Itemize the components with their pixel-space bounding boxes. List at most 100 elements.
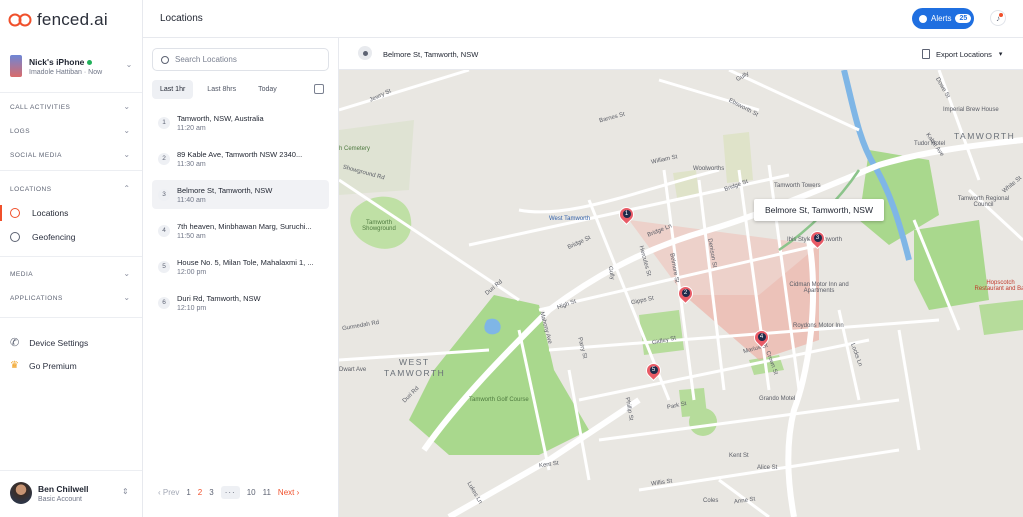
location-name: 7th heaven, Minbhawan Marg, Suruchi...	[177, 221, 312, 231]
map-marker[interactable]: 4	[750, 326, 773, 350]
nav-item-locations[interactable]: Locations	[0, 201, 142, 225]
location-list-item[interactable]: 3 Belmore St, Tamworth, NSW 11:40 am	[152, 180, 329, 209]
street-label: Alice St	[757, 465, 778, 471]
map-view[interactable]: Jewry St Barnes St Ebsworth St William S…	[339, 70, 1023, 517]
chevron-down-icon: ⌄	[123, 126, 131, 135]
export-icon	[922, 49, 930, 59]
place-label: Hopscotch Restaurant and Bar	[974, 280, 1023, 292]
page-10[interactable]: 10	[247, 488, 256, 497]
location-list-item[interactable]: 4 7th heaven, Minbhawan Marg, Suruchi... 1…	[152, 216, 329, 245]
avatar	[10, 482, 32, 504]
location-list-item[interactable]: 5 House No. 5, Milan Tole, Mahalaxmi 1, .…	[152, 252, 329, 281]
nav-locations-header[interactable]: LOCATIONS ⌃	[0, 177, 142, 201]
map-header: Belmore St, Tamworth, NSW Export Locatio…	[339, 38, 1023, 70]
nav-group-1: CALL ACTIVITIES ⌄ LOGS ⌄ SOCIAL MEDIA ⌄	[0, 95, 142, 167]
nav-device-settings[interactable]: ✆ Device Settings	[10, 336, 88, 349]
divider	[0, 317, 142, 318]
nav-go-premium[interactable]: ♛ Go Premium	[10, 360, 77, 371]
location-index: 5	[158, 260, 170, 273]
place-label: Coles	[703, 498, 719, 504]
suburb-label: WEST	[399, 357, 430, 367]
page-ellipsis[interactable]: ···	[220, 486, 240, 499]
chevron-down-icon: ▾	[998, 51, 1003, 58]
location-time: 11:50 am	[177, 232, 206, 240]
device-owner: Imadole Hattiban · Now	[29, 68, 103, 76]
page-title: Locations	[160, 13, 203, 24]
divider	[0, 256, 142, 257]
next-page-button[interactable]: Next ›	[278, 488, 299, 497]
place-label: Tudor Hotel	[914, 141, 946, 147]
nav-logs[interactable]: LOGS ⌄	[0, 119, 142, 143]
location-time: 11:40 am	[177, 196, 206, 204]
device-selector[interactable]: Nick's iPhone Imadole Hattiban · Now ⌄	[10, 52, 135, 80]
crown-icon: ♛	[10, 360, 19, 371]
page-2[interactable]: 2	[198, 488, 202, 497]
tab-last-8hrs[interactable]: Last 8hrs	[199, 80, 244, 99]
location-list-item[interactable]: 6 Duri Rd, Tamworth, NSW 12:10 pm	[152, 288, 329, 317]
location-time: 12:10 pm	[177, 304, 207, 312]
location-time: 11:30 am	[177, 160, 206, 168]
place-label: Woolworths	[693, 166, 725, 172]
station-label: West Tamworth	[549, 216, 591, 222]
divider	[0, 170, 142, 171]
logo-icon	[8, 13, 32, 27]
location-name: Tamworth, NSW, Australia	[177, 113, 264, 123]
notification-button[interactable]: ♪	[990, 10, 1006, 26]
nav-call-activities[interactable]: CALL ACTIVITIES ⌄	[0, 95, 142, 119]
location-name: 89 Kable Ave, Tamworth NSW 2340...	[177, 149, 303, 159]
alerts-button[interactable]: Alerts 25	[912, 8, 974, 29]
user-account[interactable]: Ben Chilwell Basic Account ⇕	[10, 482, 129, 504]
device-name: Nick's iPhone	[29, 57, 102, 67]
chevron-up-icon: ⌃	[123, 184, 131, 193]
app-logo[interactable]: fenced.ai	[8, 10, 108, 30]
chevron-down-icon: ⌄	[123, 102, 131, 111]
location-list-item[interactable]: 2 89 Kable Ave, Tamworth NSW 2340... 11:30…	[152, 144, 329, 173]
active-indicator	[0, 205, 2, 221]
notification-dot	[999, 13, 1003, 17]
location-name: Duri Rd, Tamworth, NSW	[177, 293, 261, 303]
nav-social-media[interactable]: SOCIAL MEDIA ⌄	[0, 143, 142, 167]
tab-today[interactable]: Today	[250, 80, 285, 99]
map-marker[interactable]: 2	[674, 282, 697, 306]
map-marker[interactable]: 5	[642, 359, 665, 383]
nav-media[interactable]: MEDIA ⌄	[0, 262, 142, 286]
topbar: Locations Alerts 25 ♪	[143, 0, 1023, 38]
location-check-icon	[10, 208, 20, 218]
map-marker[interactable]: 3	[806, 227, 829, 251]
location-pin-icon	[358, 46, 372, 60]
online-status-icon	[87, 59, 93, 65]
map-tooltip: Belmore St, Tamworth, NSW	[754, 199, 884, 221]
geofence-icon	[10, 232, 20, 242]
divider	[0, 470, 142, 471]
map-marker[interactable]: 1	[615, 203, 638, 227]
nav-applications[interactable]: APPLICATIONS ⌄	[0, 286, 142, 310]
alerts-count-badge: 25	[955, 14, 972, 23]
export-locations-button[interactable]: Export Locations ▾	[922, 49, 1002, 59]
location-time: 12:00 pm	[177, 268, 207, 276]
page-3[interactable]: 3	[209, 488, 213, 497]
location-name: Belmore St, Tamworth, NSW	[177, 185, 273, 195]
search-icon	[161, 55, 169, 64]
chevron-updown-icon: ⇕	[122, 487, 129, 496]
nav-group-locations: LOCATIONS ⌃ Locations Geofencing	[0, 177, 142, 249]
park-label: h Cemetery	[339, 146, 371, 152]
place-label: Tamworth Towers	[774, 183, 821, 189]
locations-list-pane: Search Locations Last 1hr Last 8hrs Toda…	[143, 38, 339, 517]
time-filter-tabs: Last 1hr Last 8hrs Today	[152, 80, 329, 99]
location-index: 6	[158, 296, 170, 309]
phone-icon	[10, 55, 22, 77]
nav-item-geofencing[interactable]: Geofencing	[0, 225, 142, 249]
calendar-icon[interactable]	[314, 84, 324, 94]
search-input[interactable]: Search Locations	[152, 48, 329, 71]
tab-last-1hr[interactable]: Last 1hr	[152, 80, 194, 99]
location-index: 3	[158, 188, 170, 201]
place-label: Grando Motel	[759, 396, 796, 402]
page-1[interactable]: 1	[186, 488, 190, 497]
user-plan: Basic Account	[38, 495, 82, 503]
logo-text: fenced.ai	[37, 10, 108, 29]
user-name: Ben Chilwell	[38, 483, 89, 494]
page-11[interactable]: 11	[263, 488, 271, 497]
location-list-item[interactable]: 1 Tamworth, NSW, Australia 11:20 am	[152, 108, 329, 137]
prev-page-button[interactable]: ‹ Prev	[158, 488, 179, 497]
place-label: Tamworth Regional Council	[957, 196, 1010, 208]
